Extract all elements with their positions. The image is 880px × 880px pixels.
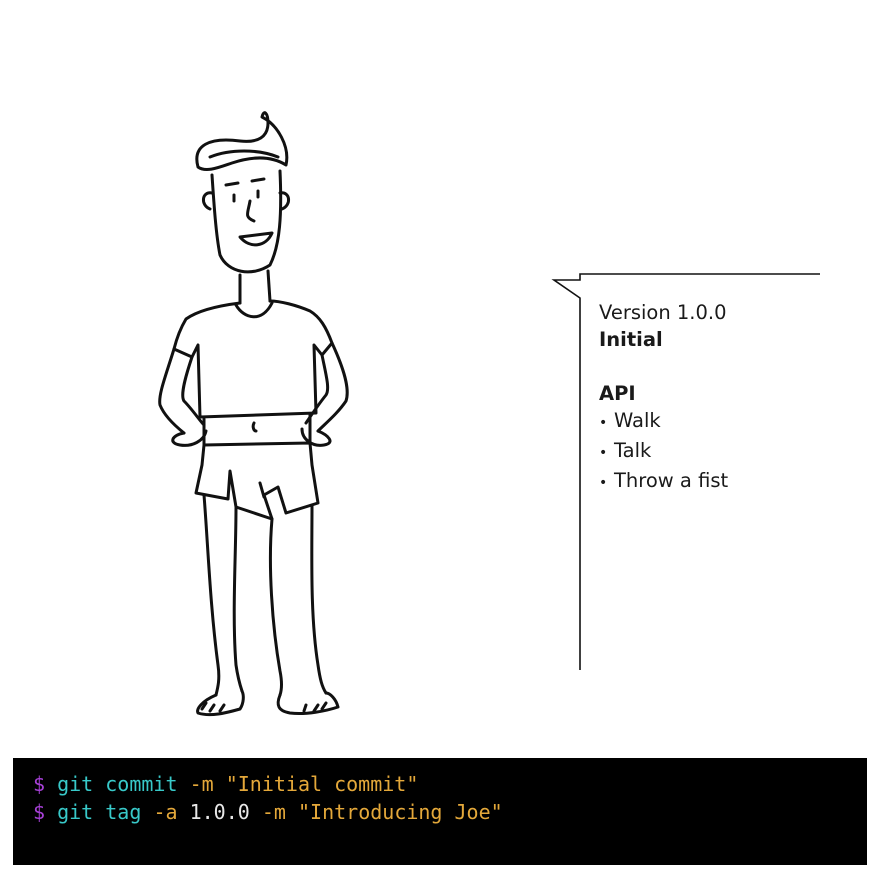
api-item-label: Walk [614, 409, 661, 432]
git-command: git commit [57, 772, 178, 796]
flag-a: -a [153, 800, 178, 824]
terminal-line-tag: $ git tag -a 1.0.0 -m "Introducing Joe" [33, 798, 503, 826]
prompt-symbol: $ [33, 772, 46, 796]
terminal-panel: $ git commit -m "Initial commit" $ git t… [13, 758, 867, 865]
api-item-label: Throw a fist [614, 469, 729, 492]
prompt-symbol: $ [33, 800, 46, 824]
bullet-icon: • [599, 445, 608, 461]
cartoon-man-illustration [140, 105, 370, 725]
bullet-icon: • [599, 475, 608, 491]
tag-version: 1.0.0 [189, 800, 250, 824]
bullet-icon: • [599, 415, 608, 431]
api-item-label: Talk [614, 439, 652, 462]
git-command: git tag [57, 800, 142, 824]
release-heading: Initial [599, 328, 663, 351]
tag-message: "Introducing Joe" [297, 800, 503, 824]
release-notes: Version 1.0.0 Initial API • Walk • Talk … [599, 299, 819, 497]
flag-m: -m [261, 800, 286, 824]
api-item-walk: • Walk [599, 407, 819, 437]
version-label: Version 1.0.0 [599, 301, 727, 324]
speech-bubble: Version 1.0.0 Initial API • Walk • Talk … [548, 268, 828, 678]
flag-m: -m [189, 772, 214, 796]
commit-message: "Initial commit" [225, 772, 419, 796]
api-item-talk: • Talk [599, 437, 819, 467]
terminal-line-commit: $ git commit -m "Initial commit" [33, 770, 418, 798]
api-item-throw-a-fist: • Throw a fist [599, 467, 819, 497]
api-title: API [599, 382, 636, 405]
